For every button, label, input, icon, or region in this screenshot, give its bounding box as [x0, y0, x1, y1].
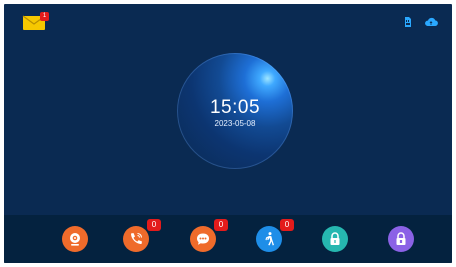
dock-call-log-button[interactable]	[123, 226, 149, 252]
home-screen: 1 15:05 2023-05-08 0 0 0	[4, 4, 452, 263]
chat-icon	[197, 233, 209, 245]
dock-motion-button[interactable]	[256, 226, 282, 252]
phone-icon	[131, 232, 143, 244]
call-log-badge: 0	[147, 219, 161, 231]
dock-unlock-2-button[interactable]	[388, 226, 414, 252]
lock-icon	[396, 232, 406, 245]
status-icons	[404, 16, 438, 28]
bottom-dock: 0 0 0	[4, 215, 452, 263]
sd-card-icon	[405, 17, 411, 27]
webcam-icon	[70, 233, 80, 246]
clock-time: 15:05	[209, 97, 261, 118]
mail-unread-badge: 1	[40, 12, 49, 21]
dock-camera-button[interactable]	[62, 226, 88, 252]
messages-badge: 0	[214, 219, 228, 231]
walking-person-icon	[265, 232, 274, 246]
cloud-icon	[425, 17, 438, 27]
dock-unlock-1-button[interactable]	[322, 226, 348, 252]
lock-icon	[330, 232, 340, 245]
motion-badge: 0	[280, 219, 294, 231]
clock-orb: 15:05 2023-05-08	[177, 53, 293, 169]
clock-date: 2023-05-08	[214, 119, 256, 128]
dock-messages-button[interactable]	[190, 226, 216, 252]
